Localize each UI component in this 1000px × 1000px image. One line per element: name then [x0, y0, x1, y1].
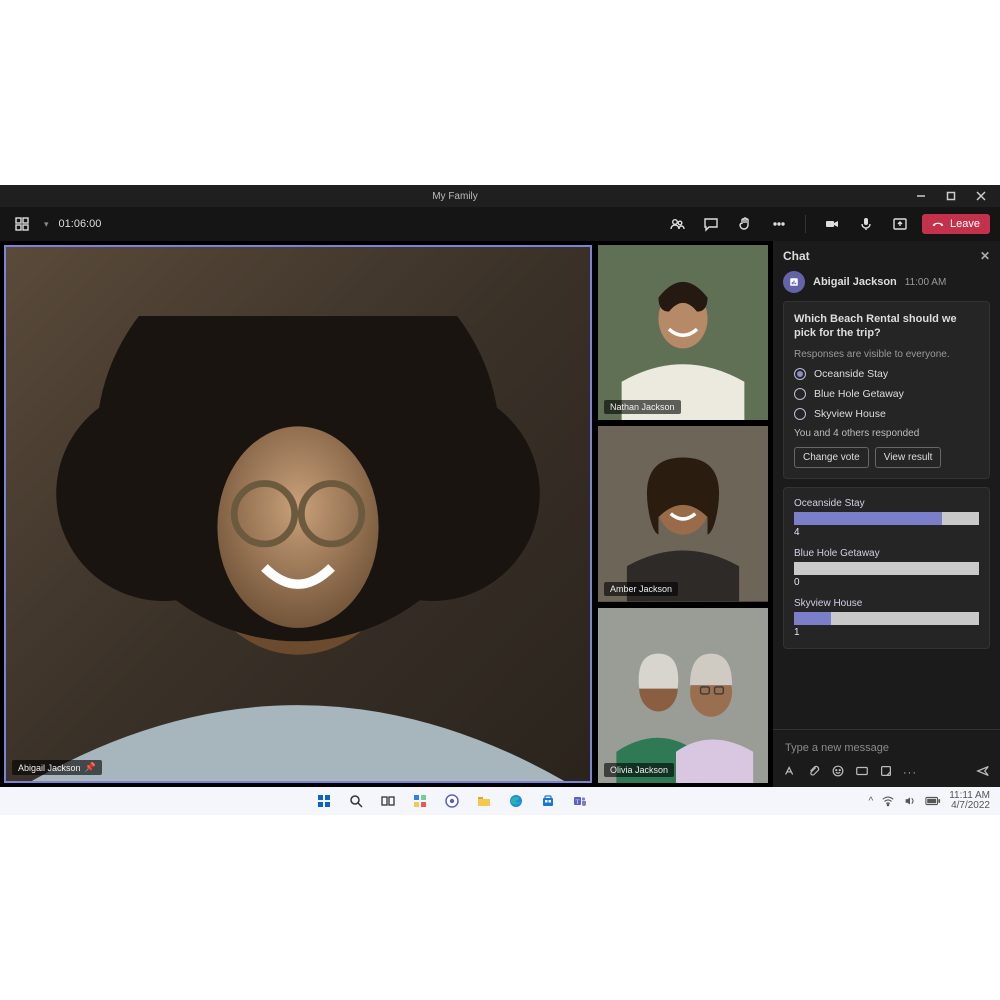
poll-visibility-note: Responses are visible to everyone.: [794, 349, 979, 360]
start-button[interactable]: [311, 790, 337, 812]
sticker-icon[interactable]: [879, 764, 893, 781]
chat-toggle-button[interactable]: [699, 212, 723, 236]
participant-name-chip: Olivia Jackson: [604, 763, 674, 777]
window-close-button[interactable]: [966, 185, 996, 207]
poll-card: Which Beach Rental should we pick for th…: [783, 301, 990, 479]
poll-option[interactable]: Oceanside Stay: [794, 368, 979, 380]
meeting-toolbar: ▾ 01:06:00 Leave: [0, 207, 1000, 241]
video-gallery: Abigail Jackson 📌 Nathan Jackson: [0, 241, 772, 787]
poll-option[interactable]: Blue Hole Getaway: [794, 388, 979, 400]
poll-message-header: Abigail Jackson 11:00 AM: [783, 271, 990, 293]
participant-name-chip: Abigail Jackson 📌: [12, 760, 102, 775]
message-composer: Type a new message ···: [773, 729, 1000, 787]
volume-icon: [903, 794, 917, 808]
window-titlebar: My Family: [0, 185, 1000, 207]
message-author: Abigail Jackson: [813, 276, 897, 288]
camera-button[interactable]: [820, 212, 844, 236]
attach-icon[interactable]: [807, 764, 821, 781]
teams-button[interactable]: T: [567, 790, 593, 812]
edge-button[interactable]: [503, 790, 529, 812]
store-button[interactable]: [535, 790, 561, 812]
poll-question: Which Beach Rental should we pick for th…: [794, 312, 979, 341]
chat-panel: Chat ✕ Abigail Jackson 11:00 AM Which Be…: [772, 241, 1000, 787]
poll-option[interactable]: Skyview House: [794, 408, 979, 420]
chat-shortcut[interactable]: [439, 790, 465, 812]
video-tile[interactable]: Olivia Jackson: [598, 608, 768, 783]
video-tile-main[interactable]: Abigail Jackson 📌: [4, 245, 592, 783]
windows-taskbar: T ^ 11:11 AM 4/7/2022: [0, 787, 1000, 815]
share-screen-button[interactable]: [888, 212, 912, 236]
poll-app-icon: [783, 271, 805, 293]
radio-icon: [794, 368, 806, 380]
leave-button[interactable]: Leave: [922, 214, 990, 234]
window-maximize-button[interactable]: [936, 185, 966, 207]
video-tile[interactable]: Nathan Jackson: [598, 245, 768, 420]
file-explorer-button[interactable]: [471, 790, 497, 812]
pin-icon: 📌: [85, 762, 96, 773]
taskbar-clock[interactable]: 11:11 AM 4/7/2022: [949, 791, 990, 812]
message-input[interactable]: Type a new message: [783, 738, 990, 758]
participant-name-chip: Amber Jackson: [604, 582, 678, 596]
widgets-button[interactable]: [407, 790, 433, 812]
poll-result-row: Oceanside Stay4: [794, 498, 979, 538]
more-actions-button[interactable]: [767, 212, 791, 236]
participant-name-chip: Nathan Jackson: [604, 400, 681, 414]
poll-results-card: Oceanside Stay4 Blue Hole Getaway0 Skyview…: [783, 487, 990, 649]
system-tray[interactable]: ^ 11:11 AM 4/7/2022: [869, 791, 1000, 812]
window-minimize-button[interactable]: [906, 185, 936, 207]
radio-icon: [794, 408, 806, 420]
message-time: 11:00 AM: [905, 277, 947, 288]
view-result-button[interactable]: View result: [875, 447, 942, 468]
send-button[interactable]: [976, 764, 990, 781]
raise-hand-button[interactable]: [733, 212, 757, 236]
task-view-button[interactable]: [375, 790, 401, 812]
chevron-down-icon: ▾: [44, 219, 49, 230]
tray-chevron-icon[interactable]: ^: [869, 796, 874, 807]
mic-button[interactable]: [854, 212, 878, 236]
people-button[interactable]: [665, 212, 689, 236]
poll-result-row: Skyview House1: [794, 598, 979, 638]
radio-icon: [794, 388, 806, 400]
leave-label: Leave: [950, 218, 980, 230]
wifi-icon: [881, 794, 895, 808]
more-compose-icon[interactable]: ···: [903, 767, 917, 779]
emoji-icon[interactable]: [831, 764, 845, 781]
chat-close-button[interactable]: ✕: [980, 249, 990, 263]
gif-icon[interactable]: [855, 764, 869, 781]
format-icon[interactable]: [783, 764, 797, 781]
svg-text:T: T: [576, 800, 580, 806]
poll-result-row: Blue Hole Getaway0: [794, 548, 979, 588]
poll-responded-note: You and 4 others responded: [794, 428, 979, 439]
video-tile[interactable]: Amber Jackson: [598, 426, 768, 601]
window-title: My Family: [4, 191, 906, 202]
call-duration: 01:06:00: [59, 218, 102, 230]
change-vote-button[interactable]: Change vote: [794, 447, 869, 468]
search-button[interactable]: [343, 790, 369, 812]
battery-icon: [925, 796, 941, 806]
gallery-layout-button[interactable]: [10, 212, 34, 236]
chat-title: Chat: [783, 249, 810, 263]
